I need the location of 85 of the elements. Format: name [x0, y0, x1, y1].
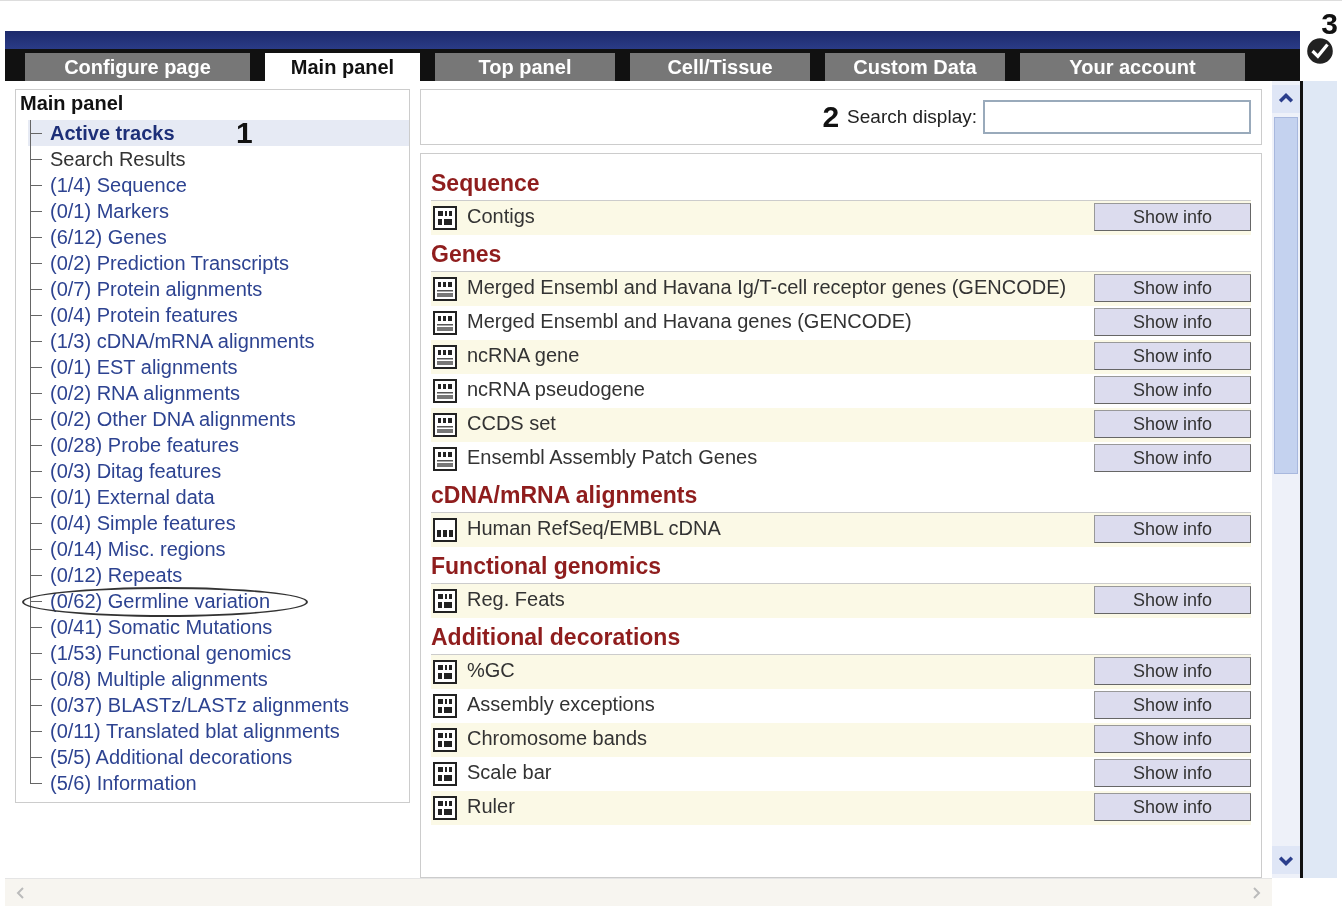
show-info-button[interactable]: Show info: [1094, 759, 1251, 787]
track-icon[interactable]: [433, 589, 457, 613]
sidebar-item[interactable]: (0/41) Somatic Mutations: [50, 616, 273, 638]
track-icon[interactable]: [433, 379, 457, 403]
sidebar-item[interactable]: (1/4) Sequence: [50, 174, 187, 196]
sidebar-item[interactable]: (1/3) cDNA/mRNA alignments: [50, 330, 315, 352]
track-label: CCDS set: [467, 411, 557, 436]
sidebar-item[interactable]: Search Results: [50, 148, 186, 170]
callout-number: 2: [822, 102, 840, 132]
sidebar-item[interactable]: (0/1) EST alignments: [50, 356, 238, 378]
track-icon[interactable]: [433, 518, 457, 542]
search-label: Search display:: [847, 106, 977, 128]
show-info-button[interactable]: Show info: [1094, 691, 1251, 719]
track-icon[interactable]: [433, 660, 457, 684]
track-icon[interactable]: [433, 413, 457, 437]
tab[interactable]: Cell/Tissue: [630, 53, 810, 81]
track-icon[interactable]: [433, 206, 457, 230]
scroll-up-icon[interactable]: [1272, 85, 1300, 113]
show-info-button[interactable]: Show info: [1094, 274, 1251, 302]
sidebar-item[interactable]: (0/1) Markers: [50, 200, 169, 222]
sidebar-item[interactable]: Active tracks: [50, 122, 175, 144]
show-info-button[interactable]: Show info: [1094, 657, 1251, 685]
sidebar-item[interactable]: (0/62) Germline variation: [50, 590, 271, 612]
sidebar-item[interactable]: (0/4) Simple features: [50, 512, 236, 534]
track-icon[interactable]: [433, 277, 457, 301]
sidebar-item[interactable]: (0/37) BLASTz/LASTz alignments: [50, 694, 349, 716]
callout-number: 1: [236, 118, 253, 148]
scroll-thumb[interactable]: [1274, 117, 1298, 474]
track-icon[interactable]: [433, 762, 457, 786]
sidebar-item[interactable]: (0/1) External data: [50, 486, 215, 508]
show-info-button[interactable]: Show info: [1094, 725, 1251, 753]
sidebar-item[interactable]: (6/12) Genes: [50, 226, 167, 248]
scroll-down-icon[interactable]: [1272, 846, 1300, 874]
sidebar-item[interactable]: (0/12) Repeats: [50, 564, 183, 586]
sidebar-item[interactable]: (0/2) Prediction Transcripts: [50, 252, 289, 274]
tab[interactable]: Top panel: [435, 53, 615, 81]
track-label: Assembly exceptions: [467, 692, 656, 717]
track-label: Contigs: [467, 204, 536, 229]
vertical-scrollbar[interactable]: [1272, 81, 1300, 878]
sidebar-item[interactable]: (0/28) Probe features: [50, 434, 239, 456]
track-label: Ensembl Assembly Patch Genes: [467, 445, 759, 470]
callout-number: 3: [1321, 9, 1338, 39]
show-info-button[interactable]: Show info: [1094, 586, 1251, 614]
track-icon[interactable]: [433, 345, 457, 369]
tab[interactable]: Configure page: [25, 53, 250, 81]
track-icon[interactable]: [433, 694, 457, 718]
tab[interactable]: Main panel: [265, 53, 420, 81]
sidebar-title: Main panel: [20, 92, 125, 116]
check-icon[interactable]: [1304, 35, 1336, 67]
show-info-button[interactable]: Show info: [1094, 308, 1251, 336]
sidebar-item[interactable]: (0/3) Ditag features: [50, 460, 222, 482]
track-icon[interactable]: [433, 311, 457, 335]
sidebar-item[interactable]: (5/5) Additional decorations: [50, 746, 293, 768]
sidebar-item[interactable]: (5/6) Information: [50, 772, 197, 794]
search-field[interactable]: [983, 100, 1251, 134]
show-info-button[interactable]: Show info: [1094, 203, 1251, 231]
sidebar-item[interactable]: (0/8) Multiple alignments: [50, 668, 268, 690]
track-label: ncRNA gene: [467, 343, 581, 368]
show-info-button[interactable]: Show info: [1094, 793, 1251, 821]
sidebar-item[interactable]: (0/2) RNA alignments: [50, 382, 241, 404]
show-info-button[interactable]: Show info: [1094, 515, 1251, 543]
tab[interactable]: Custom Data: [825, 53, 1005, 81]
track-label: Human RefSeq/EMBL cDNA: [467, 516, 722, 541]
track-label: Reg. Feats: [467, 587, 566, 612]
show-info-button[interactable]: Show info: [1094, 444, 1251, 472]
show-info-button[interactable]: Show info: [1094, 376, 1251, 404]
track-label: %GC: [467, 658, 516, 683]
sidebar-item[interactable]: (0/7) Protein alignments: [50, 278, 263, 300]
track-icon[interactable]: [433, 447, 457, 471]
sidebar-item[interactable]: (0/4) Protein features: [50, 304, 238, 326]
track-label: Scale bar: [467, 760, 553, 785]
sidebar-item[interactable]: (0/11) Translated blat alignments: [50, 720, 340, 742]
show-info-button[interactable]: Show info: [1094, 410, 1251, 438]
track-label: Merged Ensembl and Havana Ig/T-cell receptor genes (GENCODE): [467, 275, 1068, 300]
track-label: Chromosome bands: [467, 726, 649, 751]
track-label: Merged Ensembl and Havana genes (GENCODE): [467, 309, 913, 334]
track-label: Ruler: [467, 794, 516, 819]
track-icon[interactable]: [433, 728, 457, 752]
sidebar-item[interactable]: (0/14) Misc. regions: [50, 538, 226, 560]
track-icon[interactable]: [433, 796, 457, 820]
show-info-button[interactable]: Show info: [1094, 342, 1251, 370]
track-label: ncRNA pseudogene: [467, 377, 646, 402]
tab[interactable]: Your account: [1020, 53, 1245, 81]
sidebar-item[interactable]: (1/53) Functional genomics: [50, 642, 292, 664]
sidebar-item[interactable]: (0/2) Other DNA alignments: [50, 408, 296, 430]
